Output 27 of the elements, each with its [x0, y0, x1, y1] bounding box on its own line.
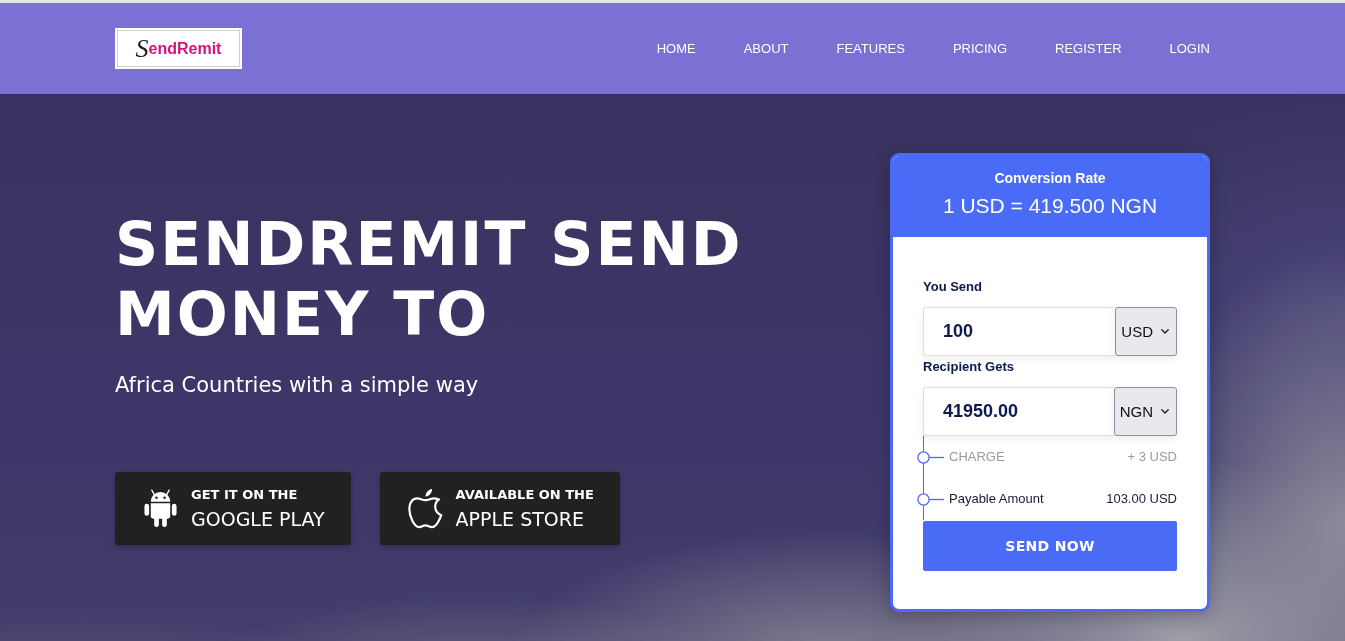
- summary-label: CHARGE: [949, 449, 1005, 465]
- currency-select[interactable]: NGN: [1113, 387, 1177, 436]
- android-icon: [143, 488, 178, 529]
- hero-title: SENDREMIT SEND MONEY TO: [115, 209, 744, 349]
- nav-link[interactable]: FEATURES: [836, 40, 905, 57]
- hero-subtitle: Africa Countries with a simple way: [115, 372, 480, 399]
- field-label: You Send: [923, 279, 983, 295]
- apple-icon: [407, 488, 443, 529]
- currency-select[interactable]: USD: [1115, 307, 1177, 356]
- store-button[interactable]: GET IT ON THE GOOGLE PLAY: [115, 472, 351, 545]
- nav-link[interactable]: REGISTER: [1055, 40, 1122, 57]
- nav-link[interactable]: ABOUT: [743, 40, 789, 57]
- summary-value: 103.00 USD: [1106, 491, 1177, 507]
- summary-value: + 3 USD: [1127, 449, 1177, 465]
- rate-label: Conversion Rate: [993, 169, 1107, 187]
- amount-field[interactable]: 100: [923, 307, 1116, 356]
- nav-link[interactable]: PRICING: [952, 40, 1008, 57]
- rate-value: 1 USD = 419.500 NGN: [941, 193, 1159, 219]
- send-button[interactable]: SEND NOW: [923, 521, 1177, 571]
- chevron-icon: [1161, 409, 1169, 414]
- summary-label: Payable Amount: [949, 491, 1044, 507]
- nav-link[interactable]: LOGIN: [1169, 40, 1210, 57]
- nav-link[interactable]: HOME: [656, 40, 696, 57]
- field-label: Recipient Gets: [923, 359, 1016, 375]
- amount-field[interactable]: 41950.00: [923, 387, 1114, 436]
- chevron-icon: [1161, 329, 1169, 334]
- store-button[interactable]: AVAILABLE ON THE APPLE STORE: [379, 472, 620, 545]
